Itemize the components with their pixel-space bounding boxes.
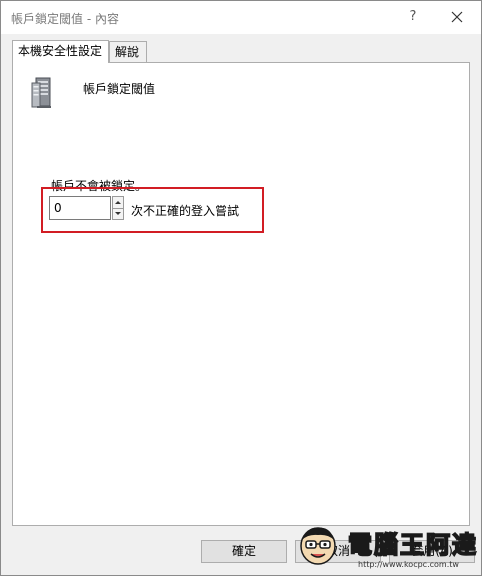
close-button[interactable] <box>445 5 469 29</box>
lockout-threshold-stepper <box>112 196 124 220</box>
tab-explain[interactable]: 解說 <box>109 41 147 62</box>
spin-down-button[interactable] <box>113 208 123 219</box>
window-title: 帳戶鎖定閾值 - 內容 <box>11 12 119 26</box>
arrow-down-icon <box>115 212 121 215</box>
properties-dialog: 帳戶鎖定閾值 - 內容 ? 本機安全性設定 解說 帳戶鎖定閾值 帳戶不會被鎖定。 <box>0 0 482 576</box>
close-icon <box>451 11 463 23</box>
lockout-threshold-input[interactable] <box>49 196 111 220</box>
cancel-button[interactable]: 取消 <box>295 540 381 563</box>
arrow-up-icon <box>115 201 121 204</box>
attempts-unit-label: 次不正確的登入嘗試 <box>131 204 240 218</box>
server-policy-icon <box>31 77 51 108</box>
ok-button[interactable]: 確定 <box>201 540 287 563</box>
title-bar: 帳戶鎖定閾值 - 內容 ? <box>1 1 481 34</box>
help-button[interactable]: ? <box>403 7 423 27</box>
settings-panel: 帳戶鎖定閾值 帳戶不會被鎖定。 次不正確的登入嘗試 <box>12 62 470 526</box>
policy-title: 帳戶鎖定閾值 <box>83 82 156 96</box>
tab-local-security-setting[interactable]: 本機安全性設定 <box>12 40 109 63</box>
apply-button[interactable]: 套用(A) <box>389 540 475 563</box>
